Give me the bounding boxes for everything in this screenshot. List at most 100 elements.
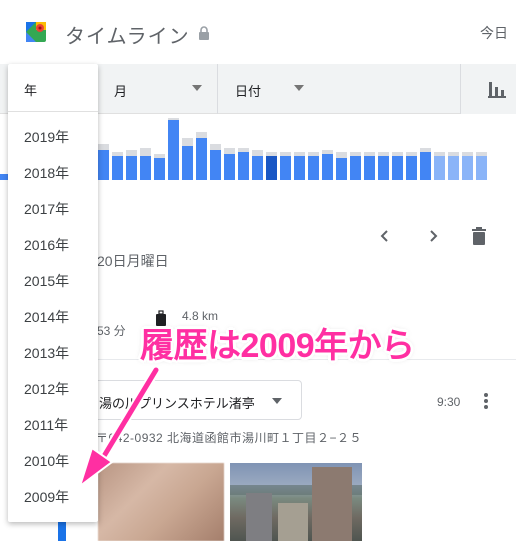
chart-bar[interactable] (462, 156, 473, 180)
chart-bar[interactable] (280, 156, 291, 180)
year-option-label: 2010年 (24, 453, 70, 469)
trash-icon[interactable] (471, 226, 487, 246)
chevron-right-icon[interactable] (424, 226, 442, 246)
year-option[interactable]: 2016年 (8, 226, 98, 262)
year-option-label: 2016年 (24, 237, 70, 253)
chart-bar[interactable] (210, 150, 221, 180)
chart-bar[interactable] (126, 156, 137, 180)
chart-bar-secondary (378, 152, 389, 156)
photo-detail (246, 493, 272, 541)
chart-bar[interactable] (308, 156, 319, 180)
chart-bar-secondary (406, 152, 417, 156)
year-option[interactable]: 2012年 (8, 370, 98, 406)
chevron-left-icon[interactable] (376, 226, 394, 246)
year-option-label: 2011年 (24, 417, 69, 433)
chart-bar[interactable] (154, 158, 165, 180)
chart-bar[interactable] (350, 156, 361, 180)
year-option[interactable]: 2017年 (8, 190, 98, 226)
chart-bar[interactable] (98, 150, 109, 180)
chart-bar-secondary (182, 138, 193, 146)
chart-bar[interactable] (252, 156, 263, 180)
year-option[interactable]: 2019年 (8, 118, 98, 154)
chart-bar[interactable] (168, 120, 179, 180)
date-select[interactable]: 日付 (217, 64, 337, 114)
year-option[interactable]: 2011年 (8, 406, 98, 442)
chart-bar[interactable] (294, 156, 305, 180)
chart-bar-secondary (210, 144, 221, 150)
chart-bar[interactable] (448, 156, 459, 180)
place-address: 〒042-0932 北海道函館市湯川町１丁目２−２５ (96, 431, 363, 445)
photo-thumbnail[interactable] (230, 463, 362, 541)
year-option[interactable]: 2015年 (8, 262, 98, 298)
chart-bar-secondary (98, 144, 109, 150)
year-option-label: 2019年 (24, 129, 70, 145)
app-header: タイムライン 今日 (0, 0, 516, 64)
chart-toggle-button[interactable] (460, 64, 516, 114)
chart-bar-secondary (280, 152, 291, 156)
annotation-text: 履歴は2009年から (140, 327, 415, 365)
chart-bar[interactable] (420, 152, 431, 180)
chart-bar-secondary (420, 148, 431, 152)
month-select[interactable]: 月 (100, 64, 216, 114)
trip-duration: 53 分 (97, 324, 126, 338)
chart-bar-secondary (154, 154, 165, 158)
chart-bar-secondary (112, 152, 123, 156)
year-option[interactable]: 2009年 (8, 478, 98, 514)
chart-bar-secondary (434, 152, 445, 156)
chart-bar[interactable] (182, 146, 193, 180)
chart-bar[interactable] (266, 156, 277, 180)
year-option-label: 2015年 (24, 273, 70, 289)
chart-bar-secondary (294, 152, 305, 156)
chart-bar[interactable] (140, 156, 151, 180)
date-select-label: 日付 (235, 84, 262, 99)
photo-detail (312, 467, 352, 541)
chart-bar[interactable] (476, 156, 487, 180)
chart-bar-secondary (126, 150, 137, 156)
chevron-down-icon (192, 85, 202, 91)
year-option[interactable]: 2010年 (8, 442, 98, 478)
chart-bar-secondary (462, 152, 473, 156)
lock-icon (199, 26, 209, 40)
photo-thumbnail[interactable] (98, 463, 224, 541)
chart-bar-secondary (168, 118, 179, 120)
chart-bar-secondary (350, 152, 361, 156)
chart-bar-secondary (140, 148, 151, 156)
chart-bar[interactable] (196, 138, 207, 180)
year-option[interactable]: 2018年 (8, 154, 98, 190)
chart-bar[interactable] (406, 156, 417, 180)
place-select[interactable]: 湯の川プリンスホテル渚亭 (94, 380, 302, 420)
chart-bar-secondary (336, 152, 347, 158)
bar-chart-icon (488, 82, 506, 98)
chart-bar-secondary (196, 132, 207, 138)
chart-bar[interactable] (378, 156, 389, 180)
more-vert-icon[interactable] (483, 391, 489, 411)
chart-bar-secondary (308, 152, 319, 156)
chart-bar[interactable] (224, 154, 235, 180)
chart-bar[interactable] (434, 156, 445, 180)
today-button[interactable]: 今日 (480, 23, 508, 43)
chart-bar-secondary (392, 152, 403, 156)
chart-bar-secondary (448, 152, 459, 156)
google-maps-icon (26, 22, 46, 42)
year-dropdown-menu: 年 2019年 2018年 2017年 2016年 2015年 2014年 20… (8, 64, 98, 522)
chart-bar[interactable] (112, 156, 123, 180)
chart-bar[interactable] (336, 158, 347, 180)
year-select[interactable]: 年 (8, 64, 98, 112)
chevron-down-icon (272, 398, 282, 404)
chart-bar-secondary (224, 148, 235, 154)
year-option-label: 2013年 (24, 345, 70, 361)
chart-bar[interactable] (392, 156, 403, 180)
chart-bar[interactable] (322, 154, 333, 180)
chevron-down-icon (294, 85, 304, 91)
chart-bar[interactable] (238, 152, 249, 180)
year-option[interactable]: 2014年 (8, 298, 98, 334)
year-option-label: 2014年 (24, 309, 70, 325)
chart-bar-secondary (238, 148, 249, 152)
selected-date: 20日月曜日 (97, 253, 169, 269)
year-option[interactable]: 2013年 (8, 334, 98, 370)
year-option-label: 2018年 (24, 165, 70, 181)
place-name: 湯の川プリンスホテル渚亭 (99, 396, 255, 411)
page-title: タイムライン (65, 26, 190, 48)
chart-bar[interactable] (364, 156, 375, 180)
year-option-label: 2017年 (24, 201, 70, 217)
